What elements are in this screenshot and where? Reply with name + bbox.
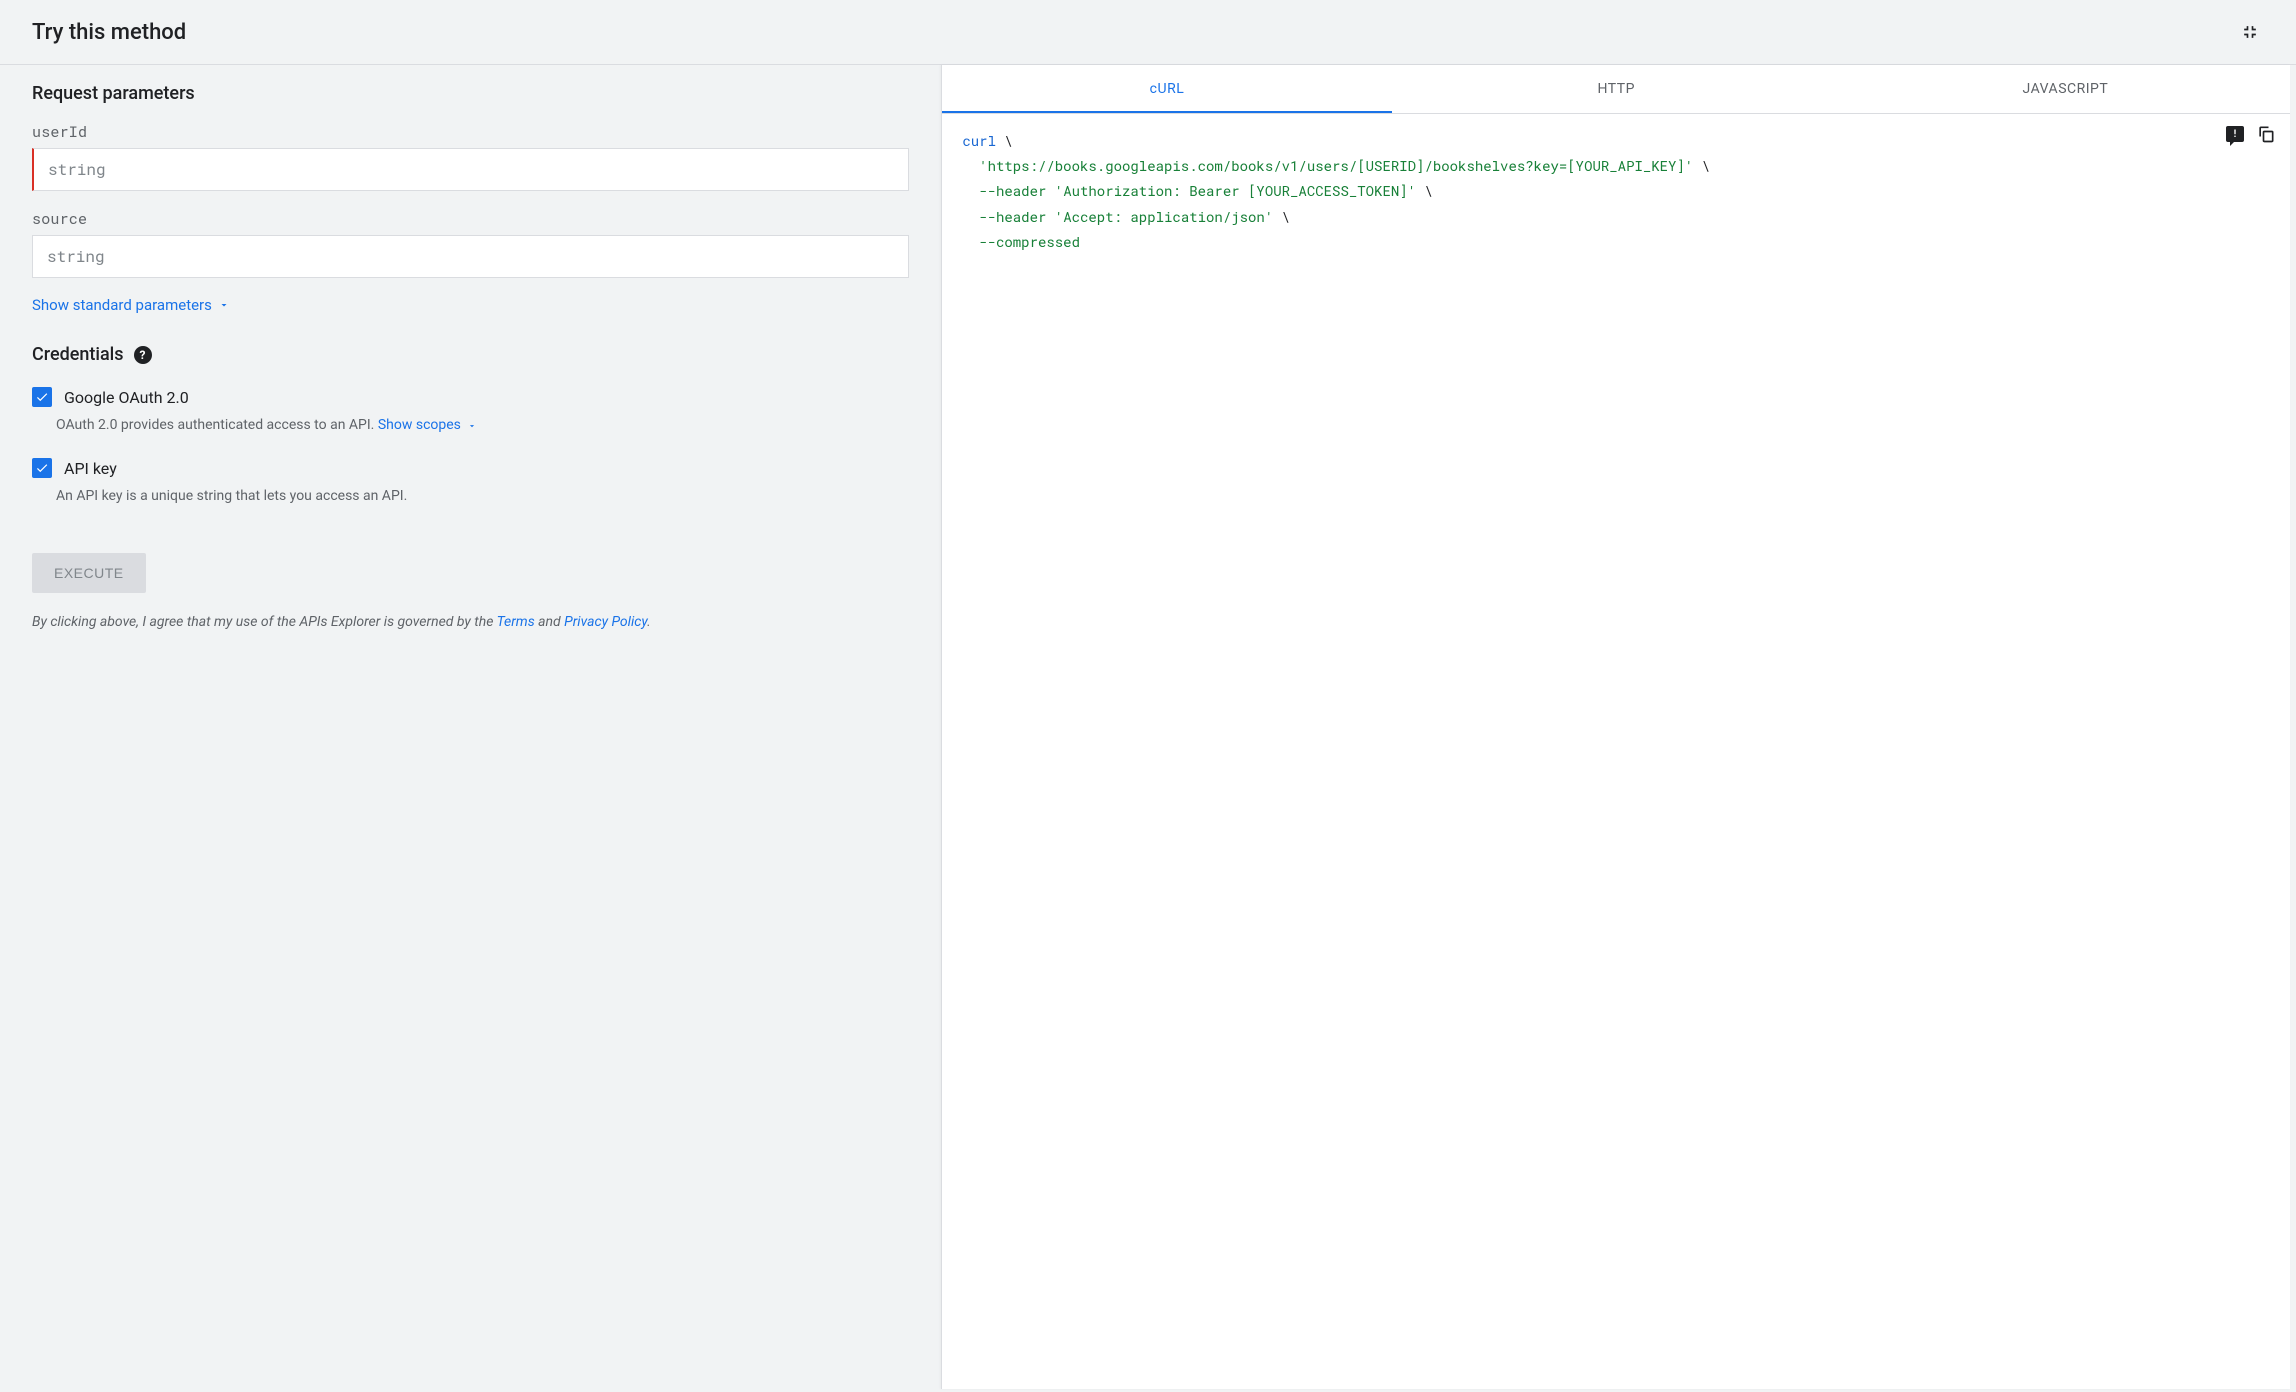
- fullscreen-exit-icon: [2240, 22, 2260, 42]
- page-title: Try this method: [32, 20, 186, 45]
- show-standard-params-label: Show standard parameters: [32, 296, 212, 314]
- code-token: 'Authorization: Bearer [YOUR_ACCESS_TOKE…: [1055, 181, 1416, 200]
- disclaimer-pre: By clicking above, I agree that my use o…: [32, 614, 497, 630]
- apikey-checkbox[interactable]: [32, 458, 52, 478]
- credentials-heading-row: Credentials ?: [32, 344, 909, 365]
- apikey-desc: An API key is a unique string that lets …: [56, 486, 909, 507]
- code-token: curl: [962, 131, 996, 150]
- oauth-checkbox[interactable]: [32, 387, 52, 407]
- code-token: --header: [979, 207, 1046, 226]
- code-token: [1046, 181, 1054, 200]
- code-tabs: cURL HTTP JAVASCRIPT: [942, 65, 2290, 114]
- code-token: 'https://books.googleapis.com/books/v1/u…: [979, 156, 1693, 175]
- feedback-button[interactable]: !: [2226, 124, 2244, 144]
- copy-button[interactable]: [2256, 124, 2276, 144]
- collapse-button[interactable]: [2236, 18, 2264, 46]
- field-label-userid: userId: [32, 122, 909, 142]
- oauth-desc: OAuth 2.0 provides authenticated access …: [56, 415, 909, 436]
- code-token: 'Accept: application/json': [1055, 207, 1273, 226]
- oauth-label: Google OAuth 2.0: [64, 388, 189, 407]
- input-wrap-source[interactable]: [32, 235, 909, 278]
- chevron-down-icon: [467, 421, 477, 431]
- code-actions: !: [2226, 124, 2276, 144]
- right-panel: cURL HTTP JAVASCRIPT ! curl \ 'https://bo…: [941, 65, 2290, 1389]
- chevron-down-icon: [218, 299, 230, 311]
- code-token: [962, 232, 979, 251]
- main-content: Request parameters userId source Show st…: [0, 65, 2296, 1389]
- tab-curl[interactable]: cURL: [942, 65, 1391, 113]
- privacy-link[interactable]: Privacy Policy: [564, 614, 647, 630]
- show-standard-params-link[interactable]: Show standard parameters: [32, 296, 230, 314]
- code-token: [962, 207, 979, 226]
- feedback-icon: !: [2226, 126, 2244, 142]
- show-scopes-link[interactable]: Show scopes: [378, 415, 477, 436]
- input-wrap-userid[interactable]: [32, 148, 909, 191]
- apikey-label: API key: [64, 459, 117, 478]
- execute-button[interactable]: EXECUTE: [32, 553, 146, 593]
- request-params-heading: Request parameters: [32, 83, 909, 104]
- code-token: --compressed: [979, 232, 1080, 251]
- field-label-source: source: [32, 209, 909, 229]
- oauth-row: Google OAuth 2.0: [32, 387, 909, 407]
- oauth-desc-text: OAuth 2.0 provides authenticated access …: [56, 417, 374, 433]
- disclaimer-and: and: [535, 614, 564, 630]
- userid-input[interactable]: [48, 159, 894, 180]
- terms-link[interactable]: Terms: [497, 614, 535, 630]
- code-sample: ! curl \ 'https://books.googleapis.com/bo…: [942, 114, 2290, 268]
- apikey-row: API key: [32, 458, 909, 478]
- copy-icon: [2256, 124, 2276, 144]
- disclaimer-text: By clicking above, I agree that my use o…: [32, 611, 909, 633]
- disclaimer-period: .: [647, 614, 651, 630]
- show-scopes-label: Show scopes: [378, 415, 461, 436]
- code-token: --header: [979, 181, 1046, 200]
- code-token: \: [1693, 156, 1710, 175]
- code-token: \: [1416, 181, 1433, 200]
- code-token: [1046, 207, 1054, 226]
- header-bar: Try this method: [0, 0, 2296, 65]
- credentials-heading: Credentials: [32, 344, 124, 365]
- code-token: [962, 181, 979, 200]
- tab-javascript[interactable]: JAVASCRIPT: [1841, 65, 2290, 113]
- left-panel: Request parameters userId source Show st…: [0, 65, 941, 1389]
- code-token: \: [1273, 207, 1290, 226]
- source-input[interactable]: [47, 246, 894, 267]
- check-icon: [35, 390, 49, 404]
- code-token: [962, 156, 979, 175]
- help-icon[interactable]: ?: [134, 346, 152, 364]
- code-token: \: [996, 131, 1013, 150]
- tab-http[interactable]: HTTP: [1392, 65, 1841, 113]
- check-icon: [35, 461, 49, 475]
